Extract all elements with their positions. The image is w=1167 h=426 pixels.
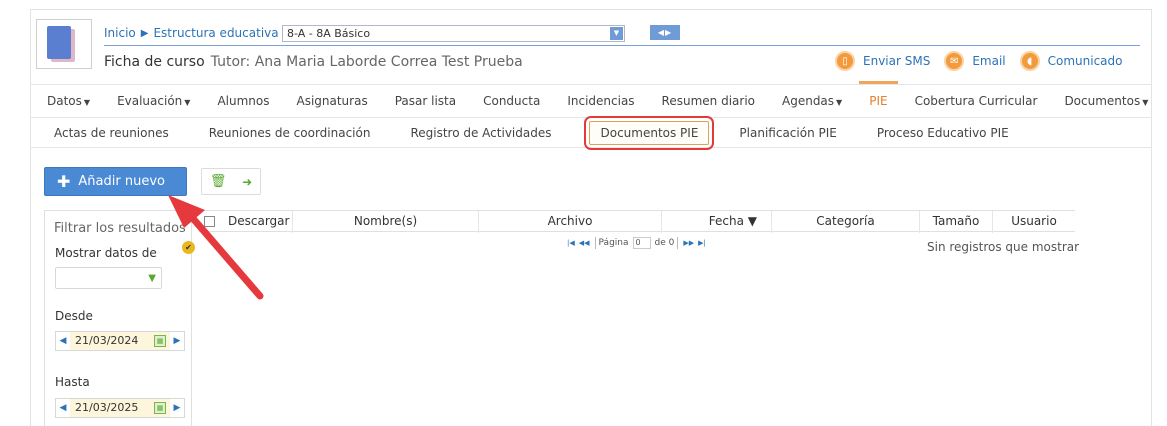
phone-icon: ▯	[835, 51, 855, 71]
show-data-select[interactable]: ▼	[55, 267, 162, 289]
tab-incidencias[interactable]: Incidencias	[567, 94, 634, 108]
subtab-proceso-educativo-pie[interactable]: Proceso Educativo PIE	[877, 126, 1009, 140]
megaphone-icon: ◖	[1019, 51, 1040, 71]
email-button[interactable]: ✉ Email	[944, 51, 1006, 71]
next-page-icon[interactable]: ▶▶	[683, 239, 694, 247]
caret-down-icon: ▼	[1142, 98, 1149, 107]
trash-icon[interactable]: 🗑	[210, 174, 227, 189]
prev-next-course-arrows-icon[interactable]: ◀▶	[650, 25, 680, 40]
email-label: Email	[972, 54, 1006, 68]
header-actions: ▯ Enviar SMS ✉ Email ◖ Comunicado	[835, 50, 1136, 72]
course-select-value: 8-A - 8A Básico	[287, 27, 371, 40]
chevron-right-icon: ▶	[140, 27, 149, 39]
tab-cobertura-curricular[interactable]: Cobertura Curricular	[915, 94, 1038, 108]
page-title: Ficha de curso Tutor: Ana Maria Laborde …	[104, 52, 523, 72]
column-fecha[interactable]: Fecha ▼	[662, 211, 772, 233]
to-date-field[interactable]: ◀ 21/03/2025 ▦ ▶	[55, 398, 185, 418]
add-new-button[interactable]: ✚ Añadir nuevo	[44, 167, 187, 196]
column-categoria[interactable]: Categoría	[772, 211, 920, 233]
next-date-icon[interactable]: ▶	[170, 336, 184, 346]
page-of-label: de 0	[654, 237, 675, 248]
sub-tab-bar: Actas de reuniones Reuniones de coordina…	[30, 115, 1152, 150]
last-page-icon[interactable]: ▶|	[698, 239, 706, 247]
breadcrumb-section[interactable]: Estructura educativa	[153, 26, 278, 40]
caret-down-icon: ▼	[836, 98, 843, 107]
empty-records-message: Sin registros que mostrar	[927, 240, 1080, 254]
tab-alumnos[interactable]: Alumnos	[217, 94, 269, 108]
comunicado-button[interactable]: ◖ Comunicado	[1019, 51, 1123, 71]
tab-documentos[interactable]: Documentos ▼	[1064, 94, 1148, 108]
from-date-field[interactable]: ◀ 21/03/2024 ▦ ▶	[55, 331, 185, 351]
to-label: Hasta	[55, 375, 90, 389]
course-select[interactable]: 8-A - 8A Básico ▼	[282, 25, 625, 42]
column-descargar[interactable]: Descargar	[199, 211, 293, 233]
tab-asignaturas[interactable]: Asignaturas	[296, 94, 367, 108]
tab-evaluacion[interactable]: Evaluación ▼	[117, 94, 190, 108]
breadcrumb: Inicio ▶ Estructura educativa ▶	[104, 25, 296, 41]
main-tab-bar: Datos ▼ Evaluación ▼ Alumnos Asignaturas P…	[30, 81, 1152, 118]
column-tamano[interactable]: Tamaño	[920, 211, 993, 233]
ficha-label: Ficha de curso	[104, 54, 205, 70]
show-data-label: Mostrar datos de	[55, 246, 157, 260]
grid-header: Descargar Nombre(s) Archivo Fecha ▼ Cate…	[199, 210, 1075, 233]
next-date-icon[interactable]: ▶	[170, 403, 184, 413]
dropdown-arrow-icon: ▼	[148, 273, 156, 284]
subtab-documentos-pie[interactable]: Documentos PIE	[584, 115, 715, 150]
prev-date-icon[interactable]: ◀	[56, 336, 70, 346]
first-page-icon[interactable]: |◀	[567, 239, 575, 247]
check-icon: ✔	[182, 241, 195, 254]
tab-pasar-lista[interactable]: Pasar lista	[395, 94, 456, 108]
tab-conducta[interactable]: Conducta	[483, 94, 540, 108]
grid-pager: |◀ ◀◀ Página 0 de 0 ▶▶ ▶|	[565, 236, 708, 249]
tab-pie[interactable]: PIE	[859, 81, 899, 108]
mail-icon: ✉	[944, 51, 965, 71]
download-arrow-icon[interactable]: ➜	[242, 175, 252, 189]
calendar-icon[interactable]: ▦	[154, 402, 166, 414]
subtab-actas-reuniones[interactable]: Actas de reuniones	[54, 126, 169, 140]
plus-icon: ✚	[57, 172, 71, 191]
caret-down-icon: ▼	[83, 98, 91, 107]
prev-date-icon[interactable]: ◀	[56, 403, 70, 413]
send-sms-label: Enviar SMS	[863, 54, 931, 68]
add-new-label: Añadir nuevo	[78, 174, 165, 189]
tutor-name: Tutor: Ana Maria Laborde Correa Test Pru…	[210, 54, 523, 70]
tab-datos[interactable]: Datos ▼	[47, 94, 90, 108]
breadcrumb-home[interactable]: Inicio	[104, 26, 136, 40]
calendar-icon[interactable]: ▦	[154, 335, 166, 347]
filter-panel: Filtrar los resultados ✔ Mostrar datos d…	[44, 210, 195, 426]
send-sms-button[interactable]: ▯ Enviar SMS	[835, 51, 930, 71]
page-input[interactable]: 0	[632, 236, 651, 249]
from-label: Desde	[55, 309, 93, 323]
column-nombre[interactable]: Nombre(s)	[293, 211, 479, 233]
grid-toolbar: 🗑 ➜	[201, 168, 261, 195]
prev-page-icon[interactable]: ◀◀	[579, 239, 590, 247]
caret-down-icon: ▼	[184, 98, 191, 107]
select-all-checkbox[interactable]	[204, 216, 215, 227]
comunicado-label: Comunicado	[1047, 54, 1123, 68]
to-date-value: 21/03/2025	[75, 401, 139, 414]
filter-title: Filtrar los resultados	[54, 221, 186, 236]
page-label: Página	[598, 237, 629, 248]
subtab-reuniones-coordinacion[interactable]: Reuniones de coordinación	[209, 126, 371, 140]
column-archivo[interactable]: Archivo	[479, 211, 662, 233]
from-date-value: 21/03/2024	[75, 334, 139, 347]
dropdown-arrow-icon[interactable]: ▼	[610, 27, 623, 40]
tab-agendas[interactable]: Agendas ▼	[782, 94, 842, 108]
header-divider	[104, 45, 1140, 46]
course-book-icon	[36, 19, 92, 69]
subtab-registro-actividades[interactable]: Registro de Actividades	[410, 126, 551, 140]
tab-resumen-diario[interactable]: Resumen diario	[662, 94, 755, 108]
subtab-planificacion-pie[interactable]: Planificación PIE	[739, 126, 836, 140]
column-usuario[interactable]: Usuario	[993, 211, 1075, 233]
